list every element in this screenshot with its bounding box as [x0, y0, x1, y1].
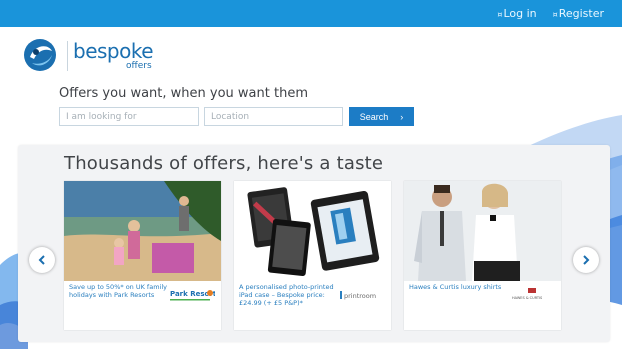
- offer-description: Save up to 50%* on UK family holidays wi…: [69, 283, 167, 299]
- offer-card[interactable]: Save up to 50%* on UK family holidays wi…: [64, 181, 221, 330]
- carousel-next-button[interactable]: [573, 247, 599, 273]
- tagline: Offers you want, when you want them: [59, 86, 308, 101]
- brand-subtitle: offers: [126, 61, 152, 71]
- hawes-curtis-logo-text: HAWES & CURTIS: [512, 296, 543, 300]
- brand-name: bespoke: [73, 39, 154, 63]
- chevron-right-icon: [583, 255, 590, 265]
- offer-description: A personalised photo-printed iPad case –…: [239, 283, 334, 307]
- login-link-label: Log in: [503, 7, 537, 20]
- offers-heading: Thousands of offers, here's a taste: [64, 153, 384, 174]
- offer-card[interactable]: Hawes & Curtis luxury shirts HAWES & CUR…: [404, 181, 561, 330]
- hawes-curtis-logo: HAWES & CURTIS: [512, 288, 543, 300]
- logo-divider: [67, 41, 68, 71]
- offer-image-beach: [64, 181, 221, 281]
- chevron-left-icon: [38, 255, 45, 265]
- account-links: ¤Log in ¤Register: [497, 7, 604, 20]
- site-logo[interactable]: bespoke offers: [22, 37, 172, 77]
- bespoke-logo-icon: [24, 39, 56, 71]
- park-resorts-logo: Park Resorts: [170, 290, 215, 301]
- offer-image-shirts: [404, 181, 561, 281]
- carousel-prev-button[interactable]: [29, 247, 55, 273]
- offer-card[interactable]: A personalised photo-printed iPad case –…: [234, 181, 391, 330]
- register-link-label: Register: [558, 7, 604, 20]
- login-link[interactable]: ¤Log in: [497, 7, 536, 20]
- register-link-prefix: ¤: [552, 10, 558, 19]
- printroom-logo: printroom: [340, 291, 376, 300]
- offer-image-ipad-cases: [234, 181, 391, 281]
- register-link[interactable]: ¤Register: [553, 7, 604, 20]
- login-link-prefix: ¤: [497, 10, 503, 19]
- top-bar: ¤Log in ¤Register: [0, 0, 622, 27]
- printroom-logo-text: printroom: [344, 292, 376, 300]
- offer-description: Hawes & Curtis luxury shirts: [409, 283, 502, 291]
